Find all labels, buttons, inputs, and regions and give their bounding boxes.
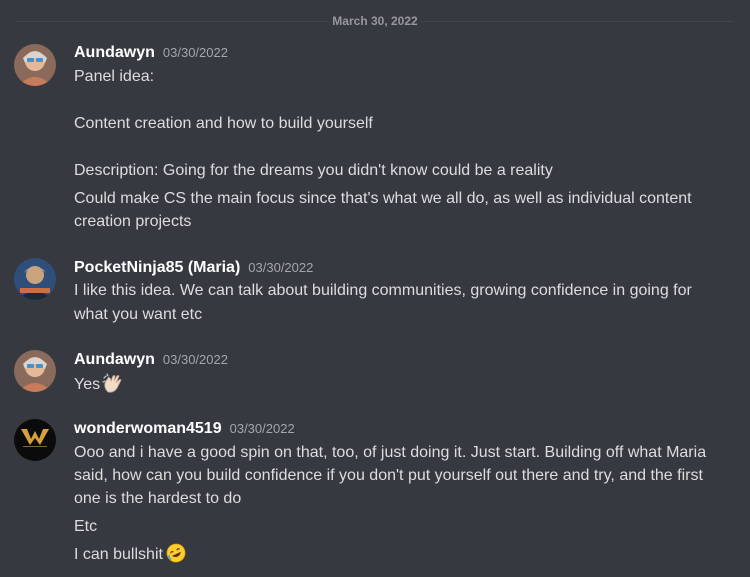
message-text: Description: Going for the dreams you di… <box>74 162 553 179</box>
date-divider-label: March 30, 2022 <box>328 13 422 29</box>
message-text: Content creation and how to build yourse… <box>74 115 373 132</box>
username[interactable]: PocketNinja85 (Maria) <box>74 259 240 277</box>
avatar[interactable] <box>14 44 56 86</box>
message-text-content: I can bullshit <box>74 546 163 563</box>
message-text: said, how can you build confidence if yo… <box>74 467 703 484</box>
avatar[interactable] <box>14 419 56 461</box>
username[interactable]: Aundawyn <box>74 44 155 62</box>
avatar[interactable] <box>14 350 56 392</box>
message-text-content: Yes <box>74 376 101 393</box>
username[interactable]: wonderwoman4519 <box>74 420 222 438</box>
chat-messages: March 30, 2022 Aundawyn 03/30/2022 Panel… <box>0 0 750 577</box>
message-text: creation projects <box>74 213 192 230</box>
message-text: Panel idea: <box>74 68 155 85</box>
rolling-laughing-emoji-icon[interactable] <box>165 542 187 564</box>
message-text: Etc <box>74 518 98 535</box>
timestamp: 03/30/2022 <box>248 260 314 275</box>
timestamp: 03/30/2022 <box>162 45 228 60</box>
date-divider: March 30, 2022 <box>16 13 734 29</box>
timestamp: 03/30/2022 <box>162 352 228 367</box>
timestamp: 03/30/2022 <box>229 421 295 436</box>
avatar[interactable] <box>14 258 56 300</box>
message-text: Ooo and i have a good spin on that, too,… <box>74 444 707 461</box>
message-text: I like this idea. We can talk about buil… <box>74 282 692 299</box>
message-text: one is the hardest to do <box>74 490 242 507</box>
clapping-hands-emoji-icon[interactable] <box>102 372 124 394</box>
message-text: Could make CS the main focus since that'… <box>74 190 692 207</box>
message-text: Yes <box>74 372 124 396</box>
username[interactable]: Aundawyn <box>74 351 155 369</box>
message-text: I can bullshit <box>74 542 187 566</box>
message-text: what you want etc <box>74 306 203 323</box>
